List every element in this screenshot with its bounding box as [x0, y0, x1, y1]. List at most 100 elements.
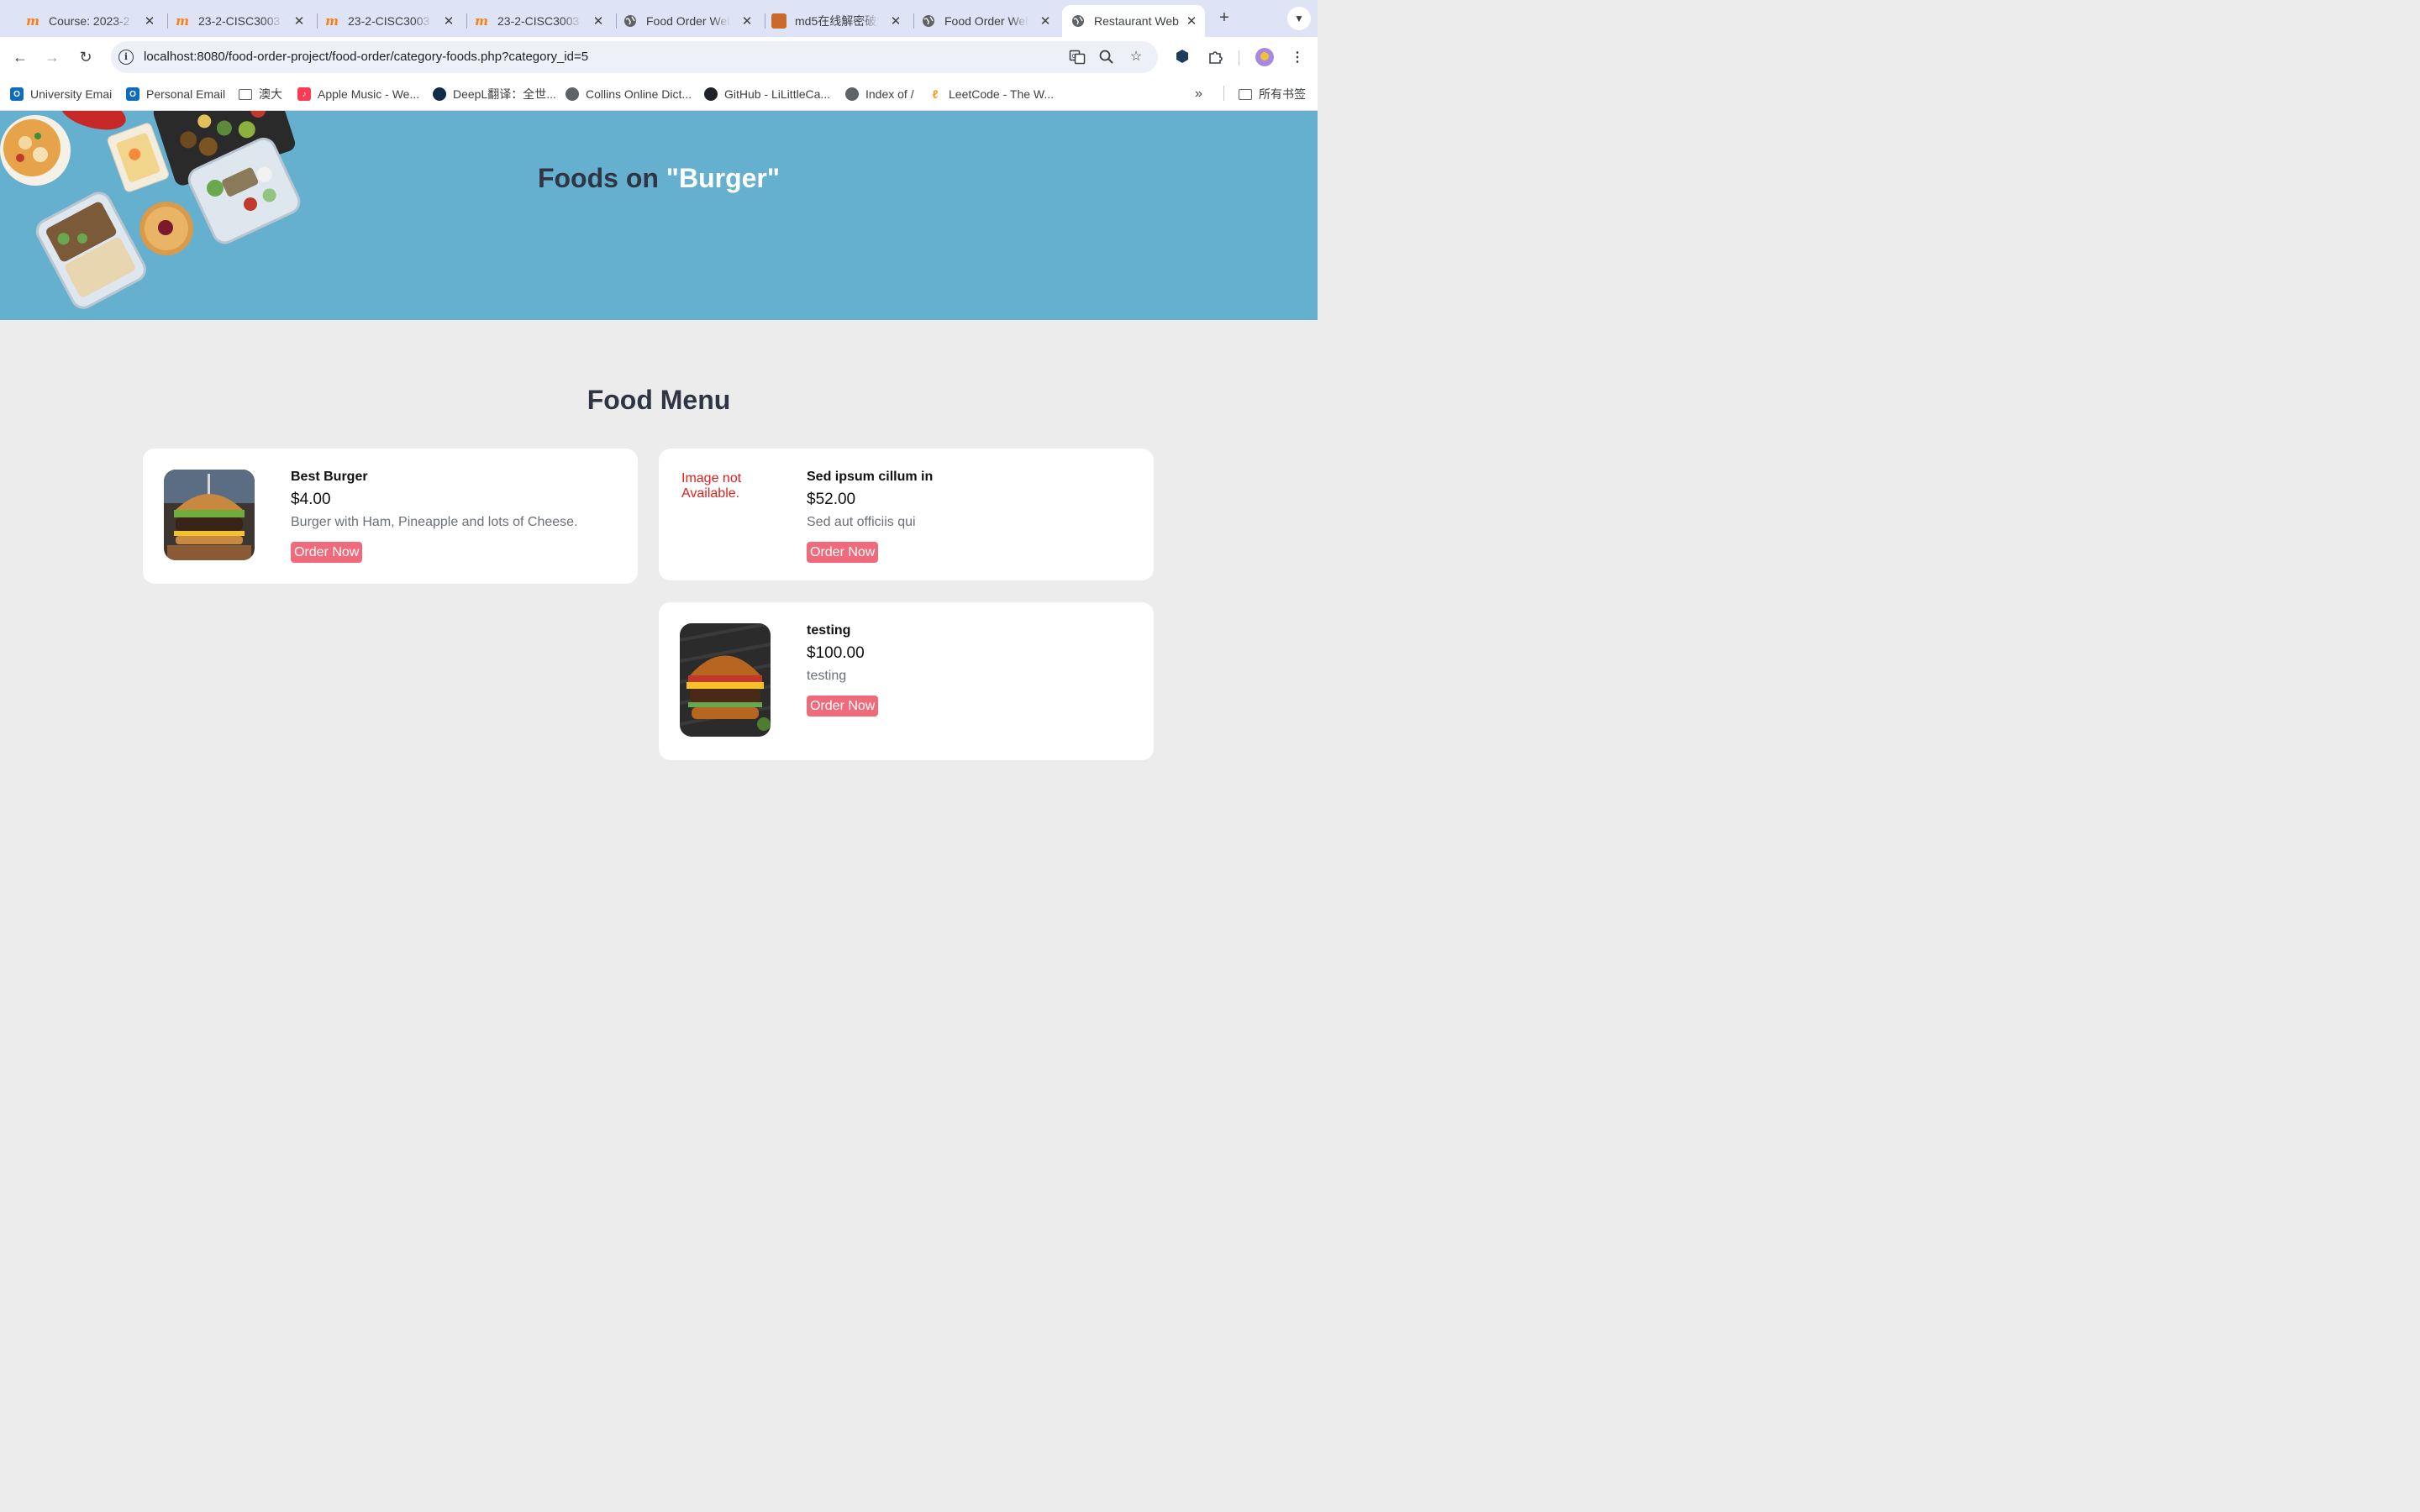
food-description: testing [807, 669, 847, 683]
tab-title: md5在线解密破解 [795, 14, 879, 28]
extensions-puzzle-icon[interactable] [1207, 49, 1225, 67]
food-price: $52.00 [807, 491, 856, 508]
bookmark-label: University Emai [30, 87, 113, 101]
url-text[interactable]: localhost:8080/food-order-project/food-o… [144, 50, 588, 64]
bookmark-folder-um[interactable]: 澳大 [239, 86, 282, 102]
tab-food-order-2[interactable]: Food Order Web ✕ [896, 5, 1054, 37]
bookmark-label: Apple Music - We... [318, 87, 420, 101]
new-tab-plus-icon[interactable]: + [1215, 8, 1234, 27]
bookmarks-bar: O University Emai O Personal Email 澳大 ♪ … [0, 77, 1318, 111]
bookmark-collins[interactable]: Collins Online Dict... [566, 86, 692, 102]
bookmark-label: LeetCode - The W... [949, 87, 1055, 101]
image-not-available-text: Image not Available. [681, 471, 742, 501]
folder-icon [239, 88, 252, 100]
bookmark-leetcode[interactable]: ℓ LeetCode - The W... [929, 86, 1054, 102]
food-name: testing [807, 623, 851, 638]
reload-icon[interactable]: ↻ [74, 45, 97, 69]
globe-icon [845, 87, 859, 101]
bookmark-label: 澳大 [259, 87, 282, 101]
md5-icon [771, 13, 786, 29]
food-name: Sed ipsum cillum in [807, 470, 934, 484]
food-name: Best Burger [291, 470, 368, 484]
food-card: Best Burger $4.00 Burger with Ham, Pinea… [143, 449, 638, 584]
food-card: testing $100.00 testing Order Now [659, 602, 1154, 760]
outlook-icon: O [126, 87, 139, 101]
tab-title: 23-2-CISC3003 [198, 14, 281, 28]
food-description: Burger with Ham, Pineapple and lots of C… [291, 515, 578, 529]
bookmark-label: DeepL翻译：全世... [453, 87, 556, 101]
food-price: $4.00 [291, 491, 331, 508]
folder-icon [1239, 88, 1252, 100]
tab-restaurant-active[interactable]: Restaurant Web ✕ [1062, 5, 1205, 37]
bookmark-star-icon[interactable]: ☆ [1128, 49, 1144, 66]
food-card: Image not Available. Sed ipsum cillum in… [659, 449, 1154, 580]
github-icon [704, 87, 718, 101]
globe-icon [1071, 13, 1086, 29]
translate-icon[interactable]: G [1069, 49, 1086, 66]
bookmark-index-of[interactable]: Index of / [845, 86, 914, 102]
moodle-icon: m [325, 13, 339, 29]
bookmark-label: 所有书签 [1259, 87, 1306, 101]
extension-hex-icon[interactable] [1173, 49, 1192, 67]
bookmark-github[interactable]: GitHub - LiLittleCa... [704, 86, 830, 102]
profile-avatar[interactable] [1255, 48, 1274, 66]
back-arrow-icon[interactable]: ← [8, 45, 32, 69]
tab-title: Course: 2023-2 [49, 14, 130, 28]
food-image [164, 470, 255, 560]
bookmark-apple-music[interactable]: ♪ Apple Music - We... [297, 86, 419, 102]
tab-course[interactable]: m Course: 2023-2 ✕ [0, 5, 168, 37]
browser-toolbar: ← → ↻ i localhost:8080/food-order-projec… [0, 37, 1318, 77]
tab-strip: m Course: 2023-2 ✕ m 23-2-CISC3003 ✕ m 2… [0, 0, 1318, 37]
close-icon[interactable]: ✕ [1183, 13, 1200, 29]
forward-arrow-icon[interactable]: → [40, 45, 64, 69]
browser-window: m Course: 2023-2 ✕ m 23-2-CISC3003 ✕ m 2… [0, 0, 1318, 823]
bookmark-label: Index of / [865, 87, 914, 101]
rice-container [35, 192, 146, 309]
tab-cisc3003-2[interactable]: m 23-2-CISC3003 ✕ [299, 5, 467, 37]
plate-top [60, 111, 126, 130]
bookmark-deepl[interactable]: DeepL翻译：全世... [433, 86, 556, 102]
tab-title: Food Order Web [944, 14, 1028, 28]
bookmark-personal-email[interactable]: O Personal Email [126, 86, 225, 102]
order-now-button[interactable]: Order Now [807, 542, 879, 563]
food-description: Sed aut officiis qui [807, 515, 916, 529]
tab-cisc3003-3[interactable]: m 23-2-CISC3003 ✕ [449, 5, 617, 37]
deepl-icon [433, 87, 446, 101]
bookmark-label: Collins Online Dict... [586, 87, 692, 101]
heading-prefix: Foods on [537, 163, 666, 193]
site-info-icon[interactable]: i [118, 50, 134, 65]
tab-title: Restaurant Web [1094, 14, 1179, 28]
all-bookmarks-folder[interactable]: 所有书签 [1239, 86, 1306, 102]
moodle-icon: m [475, 13, 488, 29]
tab-cisc3003-1[interactable]: m 23-2-CISC3003 ✕ [150, 5, 318, 37]
order-now-button[interactable]: Order Now [291, 542, 363, 563]
svg-text:G: G [1072, 53, 1076, 60]
order-now-button[interactable]: Order Now [807, 696, 879, 717]
close-icon[interactable]: ✕ [1037, 13, 1054, 29]
bookmark-university-email[interactable]: O University Emai [10, 86, 112, 102]
moodle-icon: m [26, 13, 39, 29]
zoom-icon[interactable] [1098, 49, 1115, 66]
more-bookmarks-chevron-icon[interactable]: » [1195, 86, 1202, 102]
outlook-icon: O [10, 87, 24, 101]
donut-pastry [139, 202, 193, 255]
tab-title: Food Order Web [646, 14, 730, 28]
tab-md5[interactable]: md5在线解密破解 ✕ [746, 5, 914, 37]
category-heading: Foods on "Burger" [0, 163, 1318, 194]
bookmark-label: Personal Email [146, 87, 226, 101]
food-image [680, 623, 771, 737]
apple-music-icon: ♪ [297, 87, 311, 101]
food-price: $100.00 [807, 644, 865, 662]
globe-icon [566, 87, 579, 101]
kebab-menu-icon[interactable]: ⋮ [1288, 49, 1307, 67]
tab-title: 23-2-CISC3003 [497, 14, 580, 28]
globe-icon [623, 13, 638, 29]
food-menu-title: Food Menu [587, 385, 731, 415]
bookmark-label: GitHub - LiLittleCa... [724, 87, 831, 101]
bookmarks-divider [1223, 86, 1224, 101]
tab-food-order-1[interactable]: Food Order Web ✕ [597, 5, 765, 37]
tab-search-chevron-icon[interactable]: ▼ [1287, 7, 1311, 30]
tab-title: 23-2-CISC3003 [348, 14, 430, 28]
address-bar[interactable]: i localhost:8080/food-order-project/food… [111, 41, 1158, 73]
moodle-icon: m [176, 13, 189, 29]
